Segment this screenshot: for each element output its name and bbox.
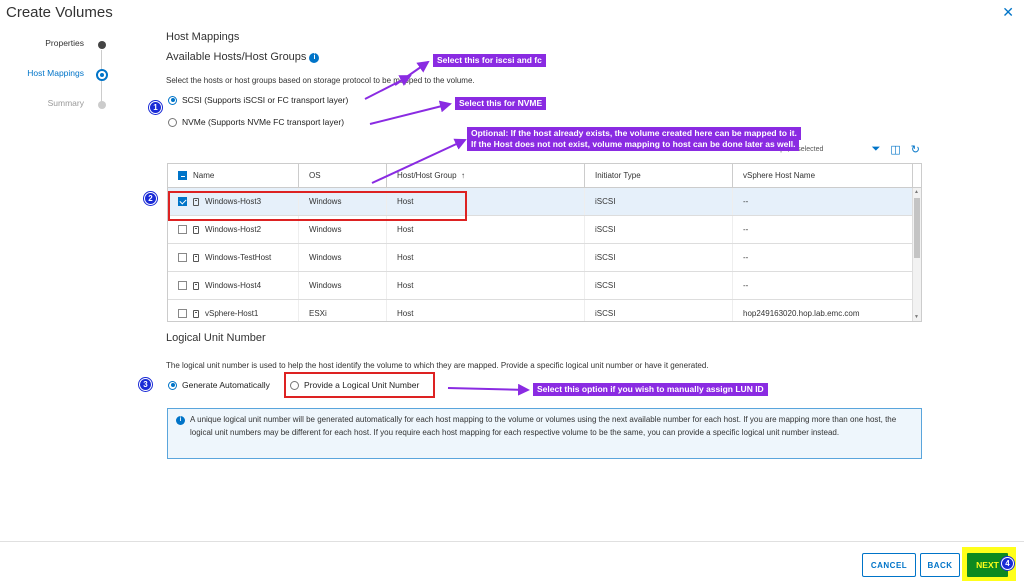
callout-lun: Select this option if you wish to manual…	[533, 383, 768, 396]
info-icon: i	[176, 416, 185, 425]
host-name: Windows-Host4	[205, 281, 262, 290]
protocol-option-nvme[interactable]: NVMe (Supports NVMe FC transport layer)	[168, 117, 344, 127]
host-name: vSphere-Host1	[205, 309, 259, 318]
vsphere-host-name: --	[743, 281, 749, 290]
host-os: Windows	[299, 272, 387, 299]
sort-ascending-icon: ↑	[461, 171, 466, 180]
lun-info-text: A unique logical unit number will be gen…	[190, 415, 897, 437]
vsphere-host-name: --	[743, 253, 749, 262]
lun-option-auto[interactable]: Generate Automatically	[168, 380, 270, 390]
wizard-stepper: Properties Host Mappings Summary	[0, 38, 110, 128]
table-row[interactable]: vSphere-Host1 ESXi Host iSCSI hop2491630…	[168, 300, 921, 321]
vsphere-host-name: --	[743, 197, 749, 206]
scroll-up-icon[interactable]: ▲	[914, 189, 919, 195]
step-badge-1: 1	[149, 101, 162, 114]
initiator-type: iSCSI	[585, 272, 733, 299]
column-label: Name	[193, 171, 215, 180]
cancel-button[interactable]: CANCEL	[862, 553, 916, 577]
step-dot-icon	[98, 41, 106, 49]
radio-selected-icon[interactable]	[168, 380, 177, 390]
footer-divider	[0, 541, 1024, 542]
arrow-lun	[447, 383, 530, 396]
section-subheading: Available Hosts/Host Groups i	[166, 51, 320, 63]
section-description: Select the hosts or host groups based on…	[166, 76, 475, 85]
column-name[interactable]: Name	[168, 164, 299, 187]
table-toolbar: ⏷ ◫ ↻	[872, 143, 920, 156]
table-row[interactable]: Windows-TestHost Windows Host iSCSI --	[168, 244, 921, 272]
radio-label: SCSI (Supports iSCSI or FC transport lay…	[182, 95, 349, 105]
initiator-type: iSCSI	[585, 188, 733, 215]
host-group: Host	[387, 272, 585, 299]
create-volumes-dialog: Create Volumes ✕ Properties Host Mapping…	[0, 0, 1024, 585]
hosts-table: Name OS Host/Host Group ↑ Initiator Type…	[167, 163, 922, 322]
column-initiator-type[interactable]: Initiator Type	[585, 164, 733, 187]
host-icon	[193, 281, 199, 290]
step-host-mappings[interactable]: Host Mappings	[0, 68, 110, 98]
close-icon[interactable]: ✕	[1002, 4, 1014, 21]
initiator-type: iSCSI	[585, 244, 733, 271]
arrow-nvme	[369, 100, 452, 125]
table-scrollbar[interactable]: ▲ ▼	[912, 188, 921, 321]
table-row[interactable]: Windows-Host4 Windows Host iSCSI --	[168, 272, 921, 300]
back-button[interactable]: BACK	[920, 553, 960, 577]
lun-description: The logical unit number is used to help …	[166, 361, 709, 370]
highlight-box-lun	[284, 372, 435, 398]
initiator-type: iSCSI	[585, 216, 733, 243]
step-badge-3: 3	[139, 378, 152, 391]
host-icon	[193, 309, 199, 318]
callout-optional-line2: If the Host does not not exist, volume m…	[467, 138, 800, 151]
host-os: ESXi	[299, 300, 387, 321]
step-dot-icon	[98, 101, 106, 109]
host-name: Windows-TestHost	[205, 253, 272, 262]
callout-iscsi: Select this for iscsi and fc	[433, 54, 546, 67]
column-os[interactable]: OS	[299, 164, 387, 187]
column-host-group[interactable]: Host/Host Group ↑	[387, 164, 585, 187]
refresh-icon[interactable]: ↻	[911, 143, 920, 156]
table-header: Name OS Host/Host Group ↑ Initiator Type…	[168, 164, 921, 188]
filter-icon[interactable]: ⏷	[872, 143, 881, 156]
section-heading: Host Mappings	[166, 31, 240, 43]
columns-icon[interactable]: ◫	[890, 143, 900, 156]
step-summary[interactable]: Summary	[0, 98, 110, 128]
vsphere-host-name: --	[743, 225, 749, 234]
host-os: Windows	[299, 244, 387, 271]
vsphere-host-name: hop249163020.hop.lab.emc.com	[743, 309, 860, 318]
select-all-checkbox[interactable]	[178, 171, 187, 180]
scroll-thumb[interactable]	[914, 198, 920, 258]
radio-label: Generate Automatically	[182, 380, 270, 390]
info-icon[interactable]: i	[309, 53, 320, 63]
row-checkbox[interactable]	[178, 281, 187, 290]
radio-label: NVMe (Supports NVMe FC transport layer)	[182, 117, 345, 127]
initiator-type: iSCSI	[585, 300, 733, 321]
dialog-title: Create Volumes	[6, 4, 113, 21]
host-icon	[193, 225, 199, 234]
radio-selected-icon[interactable]	[168, 95, 177, 105]
row-checkbox[interactable]	[178, 225, 187, 234]
step-label: Host Mappings	[27, 68, 84, 78]
step-badge-4: 4	[1001, 557, 1014, 570]
step-label: Summary	[47, 98, 84, 108]
lun-heading: Logical Unit Number	[166, 332, 266, 344]
host-group: Host	[387, 244, 585, 271]
step-dot-icon	[96, 69, 108, 81]
host-name: Windows-Host2	[205, 225, 262, 234]
column-vsphere-host[interactable]: vSphere Host Name	[733, 164, 913, 187]
column-label: Host/Host Group	[397, 171, 457, 180]
row-checkbox[interactable]	[178, 309, 187, 318]
radio-icon[interactable]	[168, 117, 177, 127]
callout-nvme: Select this for NVME	[455, 97, 547, 110]
protocol-option-scsi[interactable]: SCSI (Supports iSCSI or FC transport lay…	[168, 95, 348, 105]
scroll-down-icon[interactable]: ▼	[914, 314, 919, 320]
lun-info-banner: i A unique logical unit number will be g…	[167, 408, 922, 459]
highlight-box-row	[168, 191, 467, 221]
row-checkbox[interactable]	[178, 253, 187, 262]
host-icon	[193, 253, 199, 262]
step-label: Properties	[45, 38, 84, 48]
subheading-text: Available Hosts/Host Groups	[166, 51, 307, 63]
step-badge-2: 2	[144, 192, 157, 205]
host-group: Host	[387, 300, 585, 321]
step-properties[interactable]: Properties	[0, 38, 110, 68]
